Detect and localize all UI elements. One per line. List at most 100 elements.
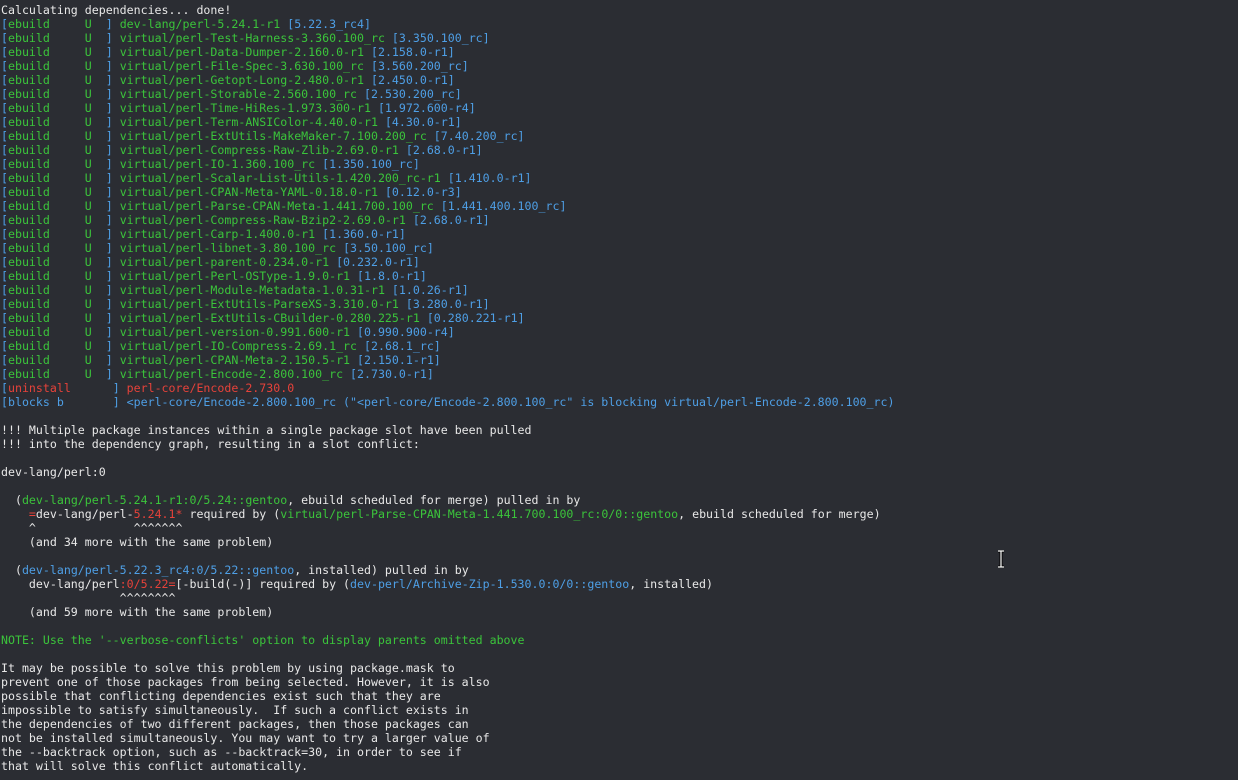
update-flag: U [84, 241, 92, 255]
old-version: [0.232.0-r1] [336, 255, 420, 269]
advice-line: that will solve this conflict automatica… [1, 759, 309, 773]
slot-line: dev-lang/perl:0 [1, 465, 106, 479]
package-row: [ebuild U ] virtual/perl-IO-1.360.100_rc… [1, 157, 1238, 171]
bracket-close: ] [91, 115, 120, 129]
package-name: virtual/perl-Encode-2.800.100_rc [119, 367, 344, 381]
package-name: virtual/perl-Data-Dumper-2.160.0-r1 [119, 45, 364, 59]
update-flag: U [84, 73, 92, 87]
package-row: [ebuild U ] virtual/perl-CPAN-Meta-2.150… [1, 353, 1238, 367]
old-version: [0.12.0-r3] [384, 185, 462, 199]
action-label: ebuild [7, 157, 50, 171]
bracket-close: ] [91, 101, 120, 115]
bracket-close: ] [91, 171, 120, 185]
package-name: virtual/perl-Scalar-List-Utils-1.420.200… [119, 171, 441, 185]
bracket-close: ] [91, 73, 120, 87]
bracket-close: ] [91, 325, 120, 339]
advice-line: possible that conflicting dependencies e… [1, 689, 441, 703]
note-line: NOTE: Use the '--verbose-conflicts' opti… [1, 633, 525, 647]
action-label: uninstall [7, 381, 71, 395]
update-flag: U [84, 87, 92, 101]
bracket-open: [ [1, 129, 8, 143]
advice-line: the --backtrack option, such as --backtr… [1, 745, 462, 759]
package-name: dev-perl/Archive-Zip-1.530.0:0/0::gentoo [350, 577, 630, 591]
update-flag: U [84, 101, 92, 115]
update-flag: U [84, 199, 92, 213]
advice-paragraph: It may be possible to solve this problem… [0, 661, 1238, 773]
package-row: [ebuild U ] virtual/perl-Scalar-List-Uti… [1, 171, 1238, 185]
update-flag: U [84, 31, 92, 45]
bracket-open: [ [1, 31, 8, 45]
bracket-open: [ [1, 199, 8, 213]
package-name: virtual/perl-Parse-CPAN-Meta-1.441.700.1… [119, 199, 434, 213]
bracket-close: ] [91, 311, 120, 325]
update-flag: U [84, 115, 92, 129]
package-row: [ebuild U ] virtual/perl-Perl-OSType-1.9… [1, 269, 1238, 283]
package-name: virtual/perl-version-0.991.600-r1 [119, 325, 351, 339]
old-version: [2.68.1_rc] [364, 339, 441, 353]
old-version: [3.560.200_rc] [370, 59, 469, 73]
bracket-open: [ [1, 353, 8, 367]
package-row: [ebuild U ] virtual/perl-version-0.991.6… [1, 325, 1238, 339]
package-row: [ebuild U ] virtual/perl-File-Spec-3.630… [1, 59, 1238, 73]
blocks-text: <perl-core/Encode-2.800.100_rc ("<perl-c… [126, 395, 895, 409]
action-label: ebuild [7, 241, 50, 255]
conflict-text: , ebuild scheduled for merge) pulled in … [287, 493, 581, 507]
old-version: [1.350.100_rc] [322, 157, 420, 171]
update-flag: U [84, 143, 92, 157]
package-row: [ebuild U ] dev-lang/perl-5.24.1-r1 [5.2… [1, 17, 1238, 31]
old-version: [1.360.0-r1] [322, 227, 406, 241]
action-label: ebuild [7, 73, 50, 87]
bracket-open: [ [1, 17, 8, 31]
action-label: ebuild [7, 367, 50, 381]
bracket-open: [ [1, 339, 8, 353]
update-flag: U [84, 129, 92, 143]
old-version: [3.350.100_rc] [391, 31, 490, 45]
package-name: virtual/perl-ExtUtils-MakeMaker-7.100.20… [119, 129, 427, 143]
package-row: [ebuild U ] virtual/perl-CPAN-Meta-YAML-… [1, 185, 1238, 199]
package-name: virtual/perl-libnet-3.80.100_rc [119, 241, 337, 255]
terminal-window[interactable]: Calculating dependencies... done! [ebuil… [0, 0, 1238, 780]
bracket-open: [ [1, 325, 8, 339]
action-label: ebuild [7, 59, 50, 73]
package-row: [ebuild U ] virtual/perl-ExtUtils-CBuild… [1, 311, 1238, 325]
package-row: [ebuild U ] virtual/perl-IO-Compress-2.6… [1, 339, 1238, 353]
bracket-open: [ [1, 143, 8, 157]
bracket-open: [ [1, 255, 8, 269]
action-label: ebuild [7, 199, 50, 213]
action-label: ebuild [7, 171, 50, 185]
old-version: [2.68.0-r1] [405, 143, 483, 157]
package-name: perl-core/Encode-2.730.0 [126, 381, 295, 395]
atom-version: 5.24.1* [133, 507, 183, 521]
old-version: [5.22.3_rc4] [287, 17, 371, 31]
update-flag: U [84, 157, 92, 171]
package-name: virtual/perl-CPAN-Meta-YAML-0.18.0-r1 [119, 185, 378, 199]
action-label: ebuild [7, 87, 50, 101]
conflict2-header: (dev-lang/perl-5.22.3_rc4:0/5.22::gentoo… [1, 563, 1238, 577]
package-row: [ebuild U ] virtual/perl-Module-Metadata… [1, 283, 1238, 297]
package-name: virtual/perl-CPAN-Meta-2.150.5-r1 [119, 353, 351, 367]
package-list: [ebuild U ] dev-lang/perl-5.24.1-r1 [5.2… [0, 17, 1238, 381]
conflict1-requirement: =dev-lang/perl-5.24.1* required by (virt… [1, 507, 1238, 521]
bracket-open: [ [1, 45, 8, 59]
bracket-open: [ [1, 297, 8, 311]
paren: ( [1, 563, 22, 577]
advice-line: the dependencies of two different packag… [1, 717, 469, 731]
advice-line: impossible to satisfy simultaneously. If… [1, 703, 469, 717]
package-row: [ebuild U ] virtual/perl-Storable-2.560.… [1, 87, 1238, 101]
